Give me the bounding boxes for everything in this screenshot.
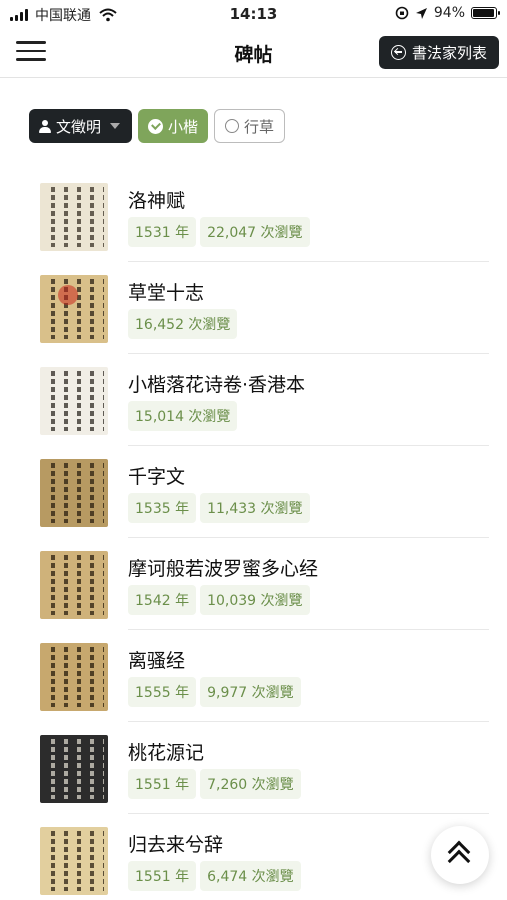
battery-icon <box>471 7 500 19</box>
calligraphy-strokes <box>44 555 104 615</box>
work-title: 归去来兮辞 <box>128 834 224 856</box>
menu-icon-bar <box>16 49 46 52</box>
list-item[interactable]: 洛神赋 1531 年 22,047 次瀏覽 <box>0 170 507 262</box>
style-label-kaishu: 小楷 <box>168 117 199 136</box>
calligraphy-thumbnail <box>40 275 108 343</box>
app-header: 碑帖 書法家列表 <box>0 28 507 78</box>
style-filter-kaishu[interactable]: 小楷 <box>138 109 209 143</box>
caret-down-icon <box>110 123 121 129</box>
calligraphy-thumbnail <box>40 643 108 711</box>
work-title: 摩诃般若波罗蜜多心经 <box>128 558 319 580</box>
list-item[interactable]: 小楷落花诗卷·香港本 15,014 次瀏覽 <box>0 354 507 446</box>
menu-icon <box>16 41 46 44</box>
views-tag: 22,047 次瀏覽 <box>200 217 310 247</box>
filter-bar: 文徵明 小楷 行草 <box>29 109 286 143</box>
style-filter-xingcao[interactable]: 行草 <box>214 109 286 143</box>
battery-level <box>473 9 494 17</box>
orientation-lock-icon <box>395 6 409 20</box>
work-meta: 1551 年 6,474 次瀏覽 <box>128 861 301 891</box>
views-tag: 10,039 次瀏覽 <box>200 585 310 615</box>
works-list: 洛神赋 1531 年 22,047 次瀏覽草堂十志 16,452 次瀏覽小楷落花诗卷·… <box>0 170 507 900</box>
calligraphy-strokes <box>44 831 104 891</box>
calligraphy-strokes <box>44 647 104 707</box>
views-tag: 7,260 次瀏覽 <box>200 769 301 799</box>
work-title: 千字文 <box>128 466 186 488</box>
work-title: 洛神赋 <box>128 190 186 212</box>
year-tag: 1551 年 <box>128 861 197 891</box>
style-label-xingcao: 行草 <box>244 117 275 136</box>
views-tag: 16,452 次瀏覽 <box>128 309 238 339</box>
red-seal-mark <box>58 285 78 305</box>
menu-button[interactable] <box>16 41 46 63</box>
calligraphy-thumbnail <box>40 827 108 895</box>
list-item[interactable]: 摩诃般若波罗蜜多心经 1542 年 10,039 次瀏覽 <box>0 538 507 630</box>
year-tag: 1555 年 <box>128 677 197 707</box>
check-circle-icon <box>148 118 164 134</box>
list-item[interactable]: 桃花源记 1551 年 7,260 次瀏覽 <box>0 722 507 814</box>
calligraphy-strokes <box>44 187 104 247</box>
author-label: 文徵明 <box>56 117 102 136</box>
work-meta: 16,452 次瀏覽 <box>128 309 238 339</box>
calligraphy-strokes <box>44 739 104 799</box>
work-title: 草堂十志 <box>128 282 205 304</box>
work-meta: 15,014 次瀏覽 <box>128 401 238 431</box>
work-meta: 1531 年 22,047 次瀏覽 <box>128 217 310 247</box>
year-tag: 1535 年 <box>128 493 197 523</box>
work-meta: 1542 年 10,039 次瀏覽 <box>128 585 310 615</box>
list-item[interactable]: 千字文 1535 年 11,433 次瀏覽 <box>0 446 507 538</box>
empty-circle-icon <box>225 119 240 133</box>
views-tag: 6,474 次瀏覽 <box>200 861 301 891</box>
calligraphy-thumbnail <box>40 551 108 619</box>
work-meta: 1551 年 7,260 次瀏覽 <box>128 769 301 799</box>
views-tag: 15,014 次瀏覽 <box>128 401 238 431</box>
circle-arrow-left-icon <box>390 45 406 60</box>
battery-percent: 94% <box>433 5 465 21</box>
year-tag: 1551 年 <box>128 769 197 799</box>
calligraphy-thumbnail <box>40 367 108 435</box>
list-item[interactable]: 离骚经 1555 年 9,977 次瀏覽 <box>0 630 507 722</box>
list-item[interactable]: 草堂十志 16,452 次瀏覽 <box>0 262 507 354</box>
status-bar: 中国联通 14:13 94% <box>0 0 507 28</box>
work-title: 桃花源记 <box>128 742 205 764</box>
work-meta: 1555 年 9,977 次瀏覽 <box>128 677 301 707</box>
calligraphers-list-button[interactable]: 書法家列表 <box>378 36 499 69</box>
work-title: 小楷落花诗卷·香港本 <box>128 374 306 396</box>
scroll-to-top-button[interactable] <box>431 826 489 884</box>
views-tag: 9,977 次瀏覽 <box>200 677 301 707</box>
person-icon <box>39 119 51 133</box>
views-tag: 11,433 次瀏覽 <box>200 493 310 523</box>
year-tag: 1542 年 <box>128 585 197 615</box>
work-title: 离骚经 <box>128 650 186 672</box>
work-meta: 1535 年 11,433 次瀏覽 <box>128 493 310 523</box>
author-filter[interactable]: 文徵明 <box>29 109 133 143</box>
calligraphy-strokes <box>44 463 104 523</box>
calligraphers-list-label: 書法家列表 <box>411 44 487 62</box>
menu-icon-bar <box>16 58 46 61</box>
status-right: 94% <box>395 5 500 21</box>
calligraphy-strokes <box>44 371 104 431</box>
year-tag: 1531 年 <box>128 217 197 247</box>
calligraphy-thumbnail <box>40 183 108 251</box>
calligraphy-thumbnail <box>40 459 108 527</box>
calligraphy-thumbnail <box>40 735 108 803</box>
location-icon <box>415 7 427 19</box>
